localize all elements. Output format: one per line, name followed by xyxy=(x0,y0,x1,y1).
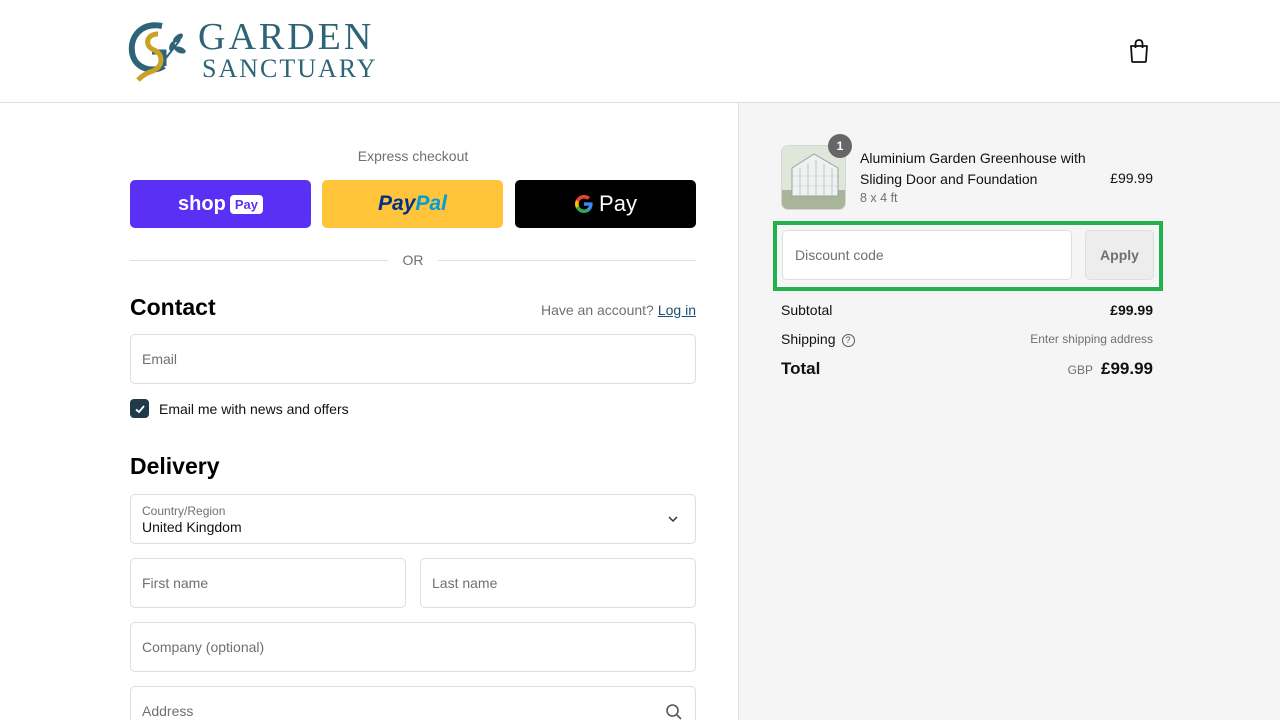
paypal-text-pay: Pay xyxy=(378,192,416,215)
company-placeholder: Company (optional) xyxy=(142,639,265,655)
subtotal-value: £99.99 xyxy=(1110,302,1153,318)
shopping-bag-icon[interactable] xyxy=(1127,38,1151,64)
discount-placeholder: Discount code xyxy=(795,247,884,263)
news-label: Email me with news and offers xyxy=(159,400,349,417)
company-field[interactable]: Company (optional) xyxy=(130,622,696,672)
subtotal-row: Subtotal £99.99 xyxy=(781,302,1153,318)
news-checkbox-row[interactable]: Email me with news and offers xyxy=(130,399,349,418)
total-label: Total xyxy=(781,359,821,378)
help-icon[interactable]: ? xyxy=(841,333,855,347)
first-name-placeholder: First name xyxy=(142,575,209,591)
news-checkbox[interactable] xyxy=(130,399,149,418)
google-pay-button[interactable]: Pay xyxy=(515,180,696,228)
or-divider: OR xyxy=(130,250,696,270)
have-account-text: Have an account? xyxy=(540,302,654,318)
subtotal-label: Subtotal xyxy=(781,302,833,318)
first-name-field[interactable]: First name xyxy=(130,558,406,608)
shop-pay-tag: Pay xyxy=(229,194,263,214)
paypal-text-pal: Pal xyxy=(415,192,447,215)
checkout-form: Express checkout shop Pay Pay Pal Pay OR … xyxy=(0,103,738,720)
divider-line xyxy=(438,260,696,261)
email-field[interactable]: Email xyxy=(130,334,696,384)
address-placeholder: Address xyxy=(142,703,194,719)
last-name-field[interactable]: Last name xyxy=(420,558,696,608)
product-variant: 8 x 4 ft xyxy=(860,191,898,205)
shop-pay-button[interactable]: shop Pay xyxy=(130,180,311,228)
brand-line2: SANCTUARY xyxy=(202,54,378,83)
total-row: Total GBP £99.99 xyxy=(781,359,1153,379)
delivery-heading: Delivery xyxy=(130,453,220,479)
google-g-icon xyxy=(574,191,594,217)
product-price: £99.99 xyxy=(1110,170,1153,186)
total-value: £99.99 xyxy=(1101,359,1153,378)
logo-mark-icon xyxy=(128,22,186,82)
chevron-down-icon xyxy=(668,516,678,523)
check-icon xyxy=(134,404,145,413)
login-link[interactable]: Log in xyxy=(658,302,696,318)
shipping-row: Shipping? Enter shipping address xyxy=(781,331,1153,347)
country-value: United Kingdom xyxy=(142,518,242,535)
country-label: Country/Region xyxy=(142,503,226,518)
search-icon xyxy=(666,704,682,720)
last-name-placeholder: Last name xyxy=(432,575,498,591)
address-field[interactable]: Address xyxy=(130,686,696,720)
quantity-badge: 1 xyxy=(828,134,852,158)
brand-name: GARDEN SANCTUARY xyxy=(198,18,377,82)
shipping-label: Shipping xyxy=(781,331,836,347)
email-placeholder: Email xyxy=(142,351,178,367)
discount-code-input[interactable]: Discount code xyxy=(782,230,1072,280)
contact-heading: Contact xyxy=(130,294,216,320)
header: GARDEN SANCTUARY xyxy=(0,0,1280,103)
brand-line1: GARDEN xyxy=(198,16,375,58)
have-account: Have an account? Log in xyxy=(541,302,696,318)
currency-code: GBP xyxy=(1067,363,1093,377)
shipping-value: Enter shipping address xyxy=(1030,332,1153,346)
apply-discount-button[interactable]: Apply xyxy=(1085,230,1154,280)
brand-logo[interactable]: GARDEN SANCTUARY xyxy=(128,18,377,82)
country-select[interactable]: Country/Region United Kingdom xyxy=(130,494,696,544)
product-name: Aluminium Garden Greenhouse with Sliding… xyxy=(860,150,1086,187)
express-checkout-label: Express checkout xyxy=(357,148,469,164)
shop-pay-text: shop xyxy=(178,192,226,215)
gpay-text: Pay xyxy=(599,191,637,216)
paypal-button[interactable]: Pay Pal xyxy=(322,180,503,228)
order-summary: 1 Aluminium Garden Greenhouse with Slidi… xyxy=(738,103,1280,720)
